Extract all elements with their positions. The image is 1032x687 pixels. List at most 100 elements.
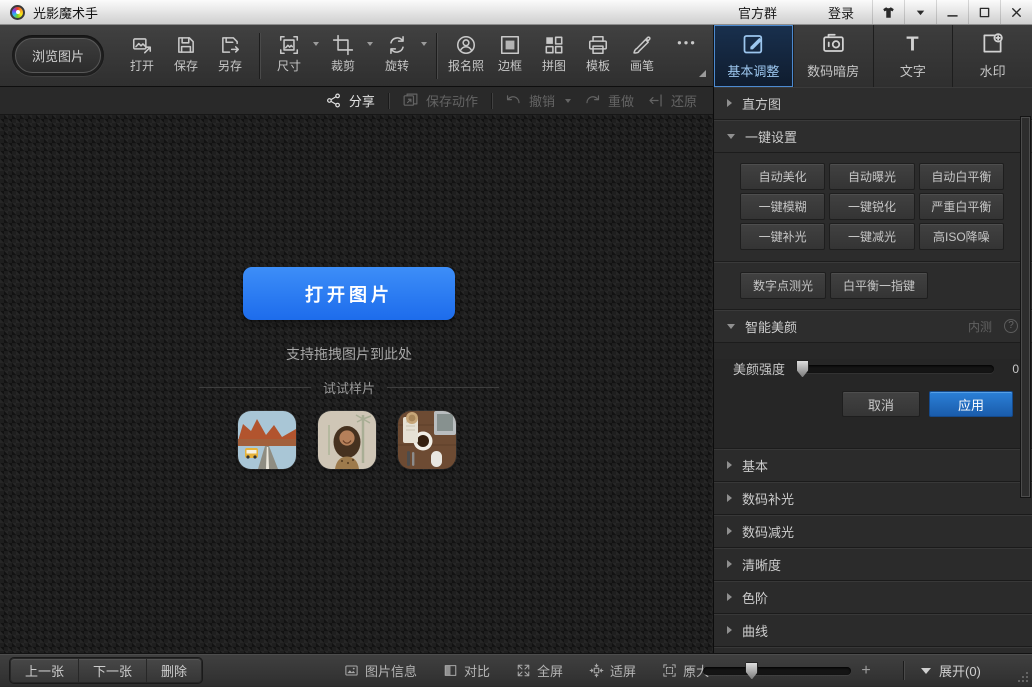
expand-button[interactable]: 展开(0) xyxy=(921,654,981,687)
section-header-smart-beauty[interactable]: 智能美颜 内测 ? xyxy=(714,310,1032,343)
button-auto-exposure[interactable]: 自动曝光 xyxy=(829,163,914,190)
chevron-right-icon xyxy=(727,593,732,601)
actionbar-separator xyxy=(388,93,389,109)
share-label: 分享 xyxy=(349,91,375,110)
dropdown-caret-icon[interactable] xyxy=(565,99,571,103)
toolbar-button-border[interactable]: 边框 xyxy=(488,28,532,84)
menu-button[interactable] xyxy=(904,0,936,24)
undo-button[interactable]: 撤销 xyxy=(505,91,571,110)
camera-icon xyxy=(821,31,846,56)
section-header-clarity[interactable]: 清晰度 xyxy=(714,548,1032,581)
button-one-key-dim-light[interactable]: 一键减光 xyxy=(829,223,914,250)
toolbar-button-collage[interactable]: 拼图 xyxy=(532,28,576,84)
zoom-out-button[interactable]: − xyxy=(684,663,693,679)
more-icon xyxy=(675,34,697,56)
sample-thumbnail-portrait[interactable] xyxy=(318,411,376,469)
section-header-curves[interactable]: 曲线 xyxy=(714,614,1032,647)
browse-images-wrap: 浏览图片 xyxy=(12,35,104,76)
toolbar-button-brush[interactable]: 画笔 xyxy=(620,28,664,84)
original-size-icon xyxy=(662,663,677,678)
maximize-icon xyxy=(977,5,992,20)
image-info-icon xyxy=(344,663,359,678)
browse-images-button[interactable]: 浏览图片 xyxy=(15,38,101,73)
button-one-key-blur[interactable]: 一键模糊 xyxy=(740,193,825,220)
section-header-levels[interactable]: 色阶 xyxy=(714,581,1032,614)
button-one-key-sharpen[interactable]: 一键锐化 xyxy=(829,193,914,220)
toolbar-button-open[interactable]: 打开 xyxy=(120,28,164,84)
dropdown-caret-icon[interactable] xyxy=(367,42,373,46)
redo-button[interactable]: 重做 xyxy=(584,91,634,110)
toolbar-button-label: 模板 xyxy=(586,60,610,73)
toolbar-button-label: 边框 xyxy=(498,60,522,73)
chevron-down-icon xyxy=(921,668,931,674)
toolbar-button-template[interactable]: 模板 xyxy=(576,28,620,84)
open-image-button[interactable]: 打开图片 xyxy=(243,267,455,320)
image-info-button[interactable]: 图片信息 xyxy=(344,661,417,680)
dropdown-caret-icon[interactable] xyxy=(421,42,427,46)
panel-scrollbar[interactable] xyxy=(1021,117,1030,497)
toolbar-button-id-photo[interactable]: 报名照 xyxy=(444,28,488,84)
minimize-button[interactable] xyxy=(936,0,968,24)
button-digital-spot-metering[interactable]: 数字点测光 xyxy=(740,272,826,299)
section-header-digital-dim-light[interactable]: 数码减光 xyxy=(714,515,1032,548)
slider-thumb[interactable] xyxy=(796,360,809,378)
official-group-button[interactable]: 官方群 xyxy=(701,0,791,24)
statusbar-separator xyxy=(903,661,904,680)
beauty-strength-slider[interactable] xyxy=(797,365,994,373)
slider-thumb[interactable] xyxy=(745,662,758,680)
toolbar-button-rotate[interactable]: 旋转 xyxy=(375,28,419,84)
tab-basic-adjust[interactable]: 基本调整 xyxy=(714,25,793,87)
toolbar-button-more[interactable] xyxy=(664,28,708,84)
samples-divider: 试试样片 xyxy=(199,378,499,397)
button-auto-beautify[interactable]: 自动美化 xyxy=(740,163,825,190)
image-info-label: 图片信息 xyxy=(365,661,417,680)
open-icon xyxy=(131,34,153,56)
button-auto-white-balance[interactable]: 自动白平衡 xyxy=(919,163,1004,190)
toolbar-button-save-as[interactable]: 另存 xyxy=(208,28,252,84)
button-white-balance-one-touch[interactable]: 白平衡一指键 xyxy=(830,272,928,299)
section-header-basic[interactable]: 基本 xyxy=(714,449,1032,482)
section-header-digital-fill-light[interactable]: 数码补光 xyxy=(714,482,1032,515)
next-button[interactable]: 下一张 xyxy=(79,658,147,683)
help-icon[interactable]: ? xyxy=(1004,319,1018,333)
toolbar-button-save[interactable]: 保存 xyxy=(164,28,208,84)
section-header-one-key-settings[interactable]: 一键设置 xyxy=(714,120,1032,153)
divider-line xyxy=(199,387,311,388)
canvas-area[interactable]: 打开图片 支持拖拽图片到此处 试试样片 xyxy=(0,115,713,653)
compare-button[interactable]: 对比 xyxy=(443,661,490,680)
tab-digital-darkroom[interactable]: 数码暗房 xyxy=(793,25,873,87)
chevron-right-icon xyxy=(727,527,732,535)
fullscreen-button[interactable]: 全屏 xyxy=(516,661,563,680)
save-icon xyxy=(175,34,197,56)
expand-corner-icon[interactable] xyxy=(699,70,706,77)
delete-button[interactable]: 删除 xyxy=(147,658,202,683)
zoom-in-button[interactable]: + xyxy=(861,663,870,679)
login-button[interactable]: 登录 xyxy=(791,0,868,24)
sample-thumbnail-desk-flatlay[interactable] xyxy=(398,411,456,469)
button-high-iso-denoise[interactable]: 高ISO降噪 xyxy=(919,223,1004,250)
compare-label: 对比 xyxy=(464,661,490,680)
button-one-key-fill-light[interactable]: 一键补光 xyxy=(740,223,825,250)
share-button[interactable]: 分享 xyxy=(325,91,375,110)
resize-grip[interactable] xyxy=(1026,680,1028,682)
apply-button[interactable]: 应用 xyxy=(929,391,1013,417)
skin-button[interactable] xyxy=(872,0,904,24)
fit-screen-button[interactable]: 适屏 xyxy=(589,661,636,680)
button-severe-white-balance[interactable]: 严重白平衡 xyxy=(919,193,1004,220)
sample-thumbnail-desert-road[interactable] xyxy=(238,411,296,469)
tab-text[interactable]: T文字 xyxy=(873,25,953,87)
save-action-button[interactable]: 保存动作 xyxy=(402,91,478,110)
dropdown-caret-icon[interactable] xyxy=(313,42,319,46)
close-button[interactable] xyxy=(1000,0,1032,24)
resize-icon xyxy=(278,34,300,56)
toolbar-button-resize[interactable]: 尺寸 xyxy=(267,28,311,84)
rotate-icon xyxy=(386,34,408,56)
zoom-slider[interactable] xyxy=(703,667,851,675)
maximize-button[interactable] xyxy=(968,0,1000,24)
cancel-button[interactable]: 取消 xyxy=(842,391,920,417)
prev-button[interactable]: 上一张 xyxy=(10,658,79,683)
restore-button[interactable]: 还原 xyxy=(647,91,697,110)
tab-watermark[interactable]: 水印 xyxy=(952,25,1032,87)
section-header-histogram[interactable]: 直方图 xyxy=(714,87,1032,120)
toolbar-button-crop[interactable]: 裁剪 xyxy=(321,28,365,84)
